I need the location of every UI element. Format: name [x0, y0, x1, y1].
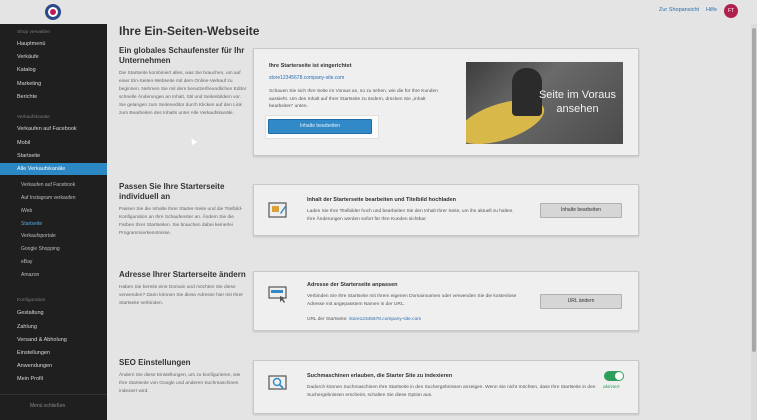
scrollbar[interactable]: [751, 24, 757, 420]
sidebar-subitem-google-shopping[interactable]: Google Shopping: [0, 243, 107, 255]
sidebar-subitem-facebook[interactable]: Verkaufen auf Facebook: [0, 179, 107, 191]
sidebar-item-marketing[interactable]: Marketing: [0, 78, 107, 90]
section-title-customize: Passen Sie Ihre Starterseite individuell…: [119, 182, 225, 201]
toggle-status-label: aktiviert: [603, 385, 620, 390]
sidebar-subitem-marketplaces[interactable]: Verkaufsportale: [0, 230, 107, 242]
sidebar-item-reports[interactable]: Berichte: [0, 91, 107, 103]
sidebar-section-config: Konfiguration: [17, 298, 46, 303]
scrollbar-thumb[interactable]: [752, 28, 756, 352]
sidebar-item-facebook[interactable]: Verkaufen auf Facebook: [0, 123, 107, 135]
top-bar: Zur Shopansicht Hilfe FT: [0, 0, 757, 24]
sidebar-item-catalog[interactable]: Katalog: [0, 64, 107, 76]
avatar[interactable]: FT: [724, 4, 738, 18]
page-title: Ihre Ein-Seiten-Webseite: [119, 24, 260, 38]
storefront-link[interactable]: Zur Shopansicht: [659, 7, 699, 13]
seo-index-toggle[interactable]: [604, 371, 624, 381]
card-title-customize: Inhalt der Starterseite bearbeiten und T…: [307, 197, 457, 203]
sidebar-item-mobile[interactable]: Mobil: [0, 137, 107, 149]
sidebar-subitem-instagram[interactable]: Auf Instagram verkaufen: [0, 192, 107, 204]
card-customize: Inhalt der Starterseite bearbeiten und T…: [253, 184, 639, 236]
section-desc-seo: Ändern Sie diese Einstellungen, um zu ko…: [119, 373, 241, 394]
sidebar-subitem-amazon[interactable]: Amazon: [0, 269, 107, 281]
section-title-storefront: Ein globales Schaufenster für Ihr Untern…: [119, 46, 245, 65]
edit-image-icon: [268, 200, 288, 220]
card-address: Adresse der Starterseite anpassen Verbin…: [253, 271, 639, 331]
sidebar-item-shipping[interactable]: Versand & Abholung: [0, 334, 107, 346]
app-logo[interactable]: [45, 4, 61, 20]
sidebar-collapse-label: Menü schließen: [30, 403, 66, 409]
sidebar-item-all-channels[interactable]: Alle Verkaufskanäle: [0, 163, 107, 175]
sidebar-item-profile[interactable]: Mein Profil: [0, 373, 107, 385]
logo-area: [0, 0, 107, 24]
help-link[interactable]: Hilfe: [706, 7, 717, 13]
card-text-customize: Laden Sie Ihre Titelbilder hoch und bear…: [307, 209, 514, 222]
card-text-seo: Dadurch können Suchmaschinen Ihre Starts…: [307, 385, 596, 398]
sidebar-collapse[interactable]: Menü schließen: [0, 394, 107, 420]
card-title-storefront: Ihre Starterseite ist eingerichtet: [269, 63, 352, 69]
sidebar-subitem-iweb[interactable]: iWeb: [0, 205, 107, 217]
web-address-icon: [268, 284, 288, 304]
section-desc-customize: Passen Sie die Inhalte Ihrer Starter-Sei…: [119, 207, 243, 236]
section-desc-address: Haben Sie bereits eine Domain und möchte…: [119, 285, 243, 306]
preview-label: Seite im Voraus ansehen: [538, 89, 617, 115]
url-label: URL der Startseite: store12345678.compan…: [307, 316, 421, 324]
change-url-button[interactable]: URL ändern: [540, 294, 622, 309]
main-content: Ihre Ein-Seiten-Webseite Ein globales Sc…: [107, 24, 751, 420]
sidebar-item-settings[interactable]: Einstellungen: [0, 347, 107, 359]
url-value[interactable]: store12345678.company-site.com: [349, 317, 421, 322]
card-text-address: Verbinden Sie Ihre Startseite mit Ihrem …: [307, 294, 517, 307]
search-engine-icon: [268, 373, 288, 393]
section-desc-storefront: Die Startseite kombiniert alles, was Sie…: [119, 71, 247, 116]
card-title-address: Adresse der Starterseite anpassen: [307, 282, 398, 288]
store-url-link[interactable]: store12345678.company-site.com: [269, 75, 344, 81]
card-storefront: Ihre Starterseite ist eingerichtet store…: [253, 48, 639, 156]
sidebar-item-dashboard[interactable]: Hauptmenü: [0, 38, 107, 50]
edit-content-button[interactable]: Inhalte bearbeiten: [268, 119, 372, 134]
sidebar-item-payment[interactable]: Zahlung: [0, 321, 107, 333]
section-title-address: Adresse Ihrer Starterseite ändern: [119, 270, 246, 279]
sidebar-subitem-starter-site[interactable]: Startseite: [0, 218, 107, 230]
card-title-seo: Suchmaschinen erlauben, die Starter Site…: [307, 373, 453, 379]
card-seo: Suchmaschinen erlauben, die Starter Site…: [253, 360, 639, 414]
sidebar-item-sales[interactable]: Verkäufe: [0, 51, 107, 63]
section-title-seo: SEO Einstellungen: [119, 358, 191, 367]
url-label-text: URL der Startseite:: [307, 317, 348, 322]
edit-content-button-2[interactable]: Inhalte bearbeiten: [540, 203, 622, 218]
sidebar: Shop verwalten Hauptmenü Verkäufe Katalo…: [0, 24, 107, 420]
sidebar-item-design[interactable]: Gestaltung: [0, 307, 107, 319]
sidebar-subitem-ebay[interactable]: eBay: [0, 256, 107, 268]
card-text-storefront: Schauen Sie sich Ihre Seite im Voraus an…: [269, 89, 438, 109]
sidebar-item-apps[interactable]: Anwendungen: [0, 360, 107, 372]
sidebar-item-starter-site[interactable]: Startseite: [0, 150, 107, 162]
preview-image[interactable]: Seite im Voraus ansehen: [466, 62, 623, 144]
